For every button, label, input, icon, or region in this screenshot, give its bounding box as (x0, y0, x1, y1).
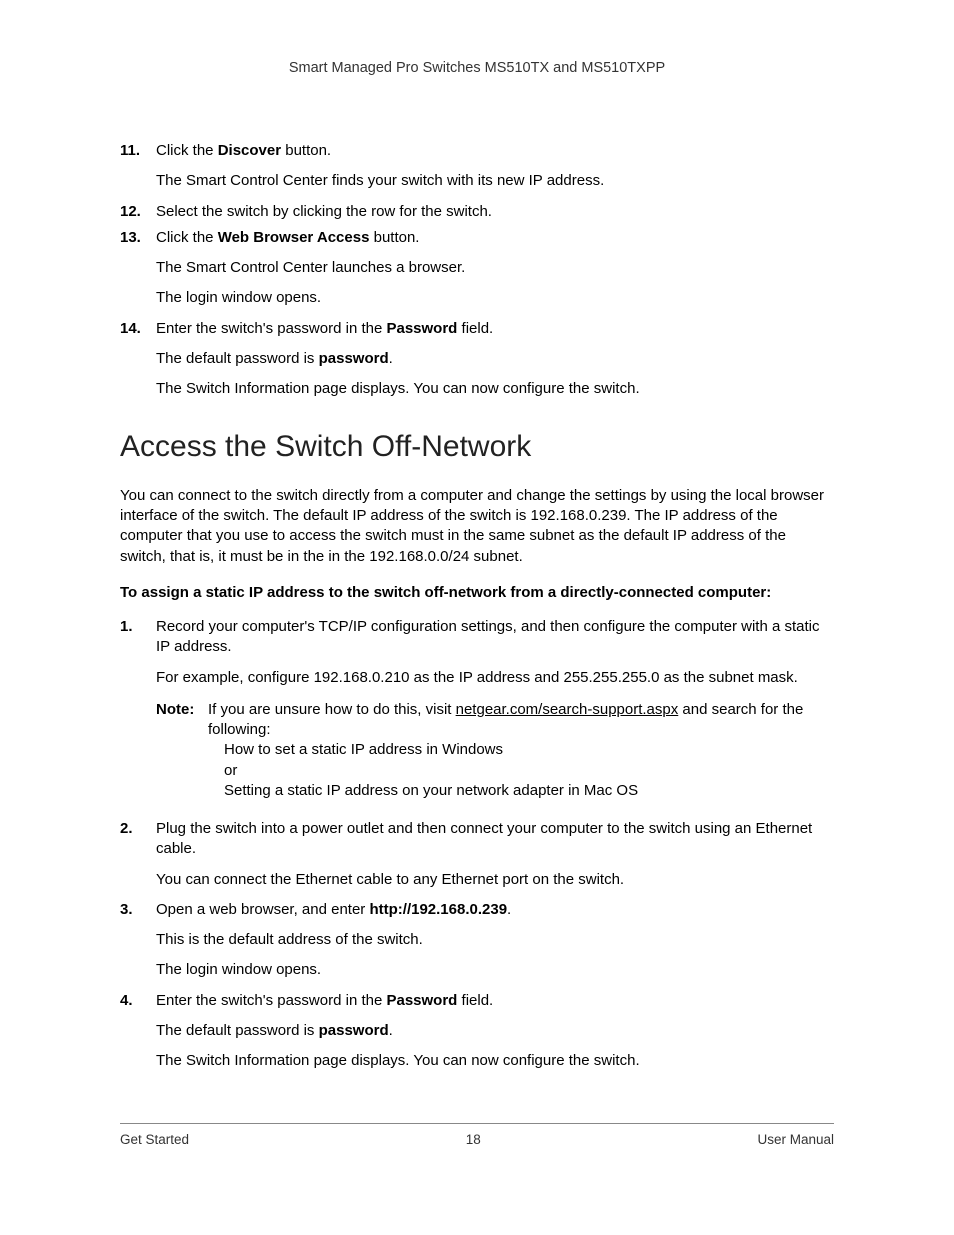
list-text: Select the switch by clicking the row fo… (156, 203, 492, 220)
list-item: 11. Click the Discover button. The Smart… (120, 141, 834, 192)
list-item: 14. Enter the switch's password in the P… (120, 319, 834, 400)
text: . (389, 1022, 393, 1039)
list-item: 2. Plug the switch into a power outlet a… (120, 819, 834, 890)
text: Click the (156, 142, 218, 159)
list-text: Click the Web Browser Access button. (156, 229, 419, 246)
sub-paragraph: The Switch Information page displays. Yo… (156, 1051, 834, 1071)
list-item: 1. Record your computer's TCP/IP configu… (120, 617, 834, 801)
page-footer: Get Started 18 User Manual (120, 1123, 834, 1147)
ordered-list-2: 1. Record your computer's TCP/IP configu… (120, 617, 834, 1071)
text: Open a web browser, and enter (156, 901, 369, 918)
list-item: 13. Click the Web Browser Access button.… (120, 228, 834, 309)
list-number: 2. (120, 819, 133, 839)
sub-paragraph: The default password is password. (156, 349, 834, 369)
note-label: Note: (156, 700, 208, 801)
text: The default password is (156, 1022, 319, 1039)
text: Click the (156, 229, 218, 246)
note-line: or (224, 761, 834, 781)
task-heading: To assign a static IP address to the swi… (120, 583, 834, 603)
list-text: Record your computer's TCP/IP configurat… (156, 618, 820, 655)
running-header: Smart Managed Pro Switches MS510TX and M… (120, 60, 834, 76)
text-bold: Discover (218, 142, 281, 159)
note-block: Note: If you are unsure how to do this, … (156, 700, 834, 801)
sub-paragraph: This is the default address of the switc… (156, 930, 834, 950)
list-item: 4. Enter the switch's password in the Pa… (120, 991, 834, 1072)
list-item: 12. Select the switch by clicking the ro… (120, 202, 834, 222)
text-bold: Web Browser Access (218, 229, 370, 246)
text-bold: http://192.168.0.239 (369, 901, 507, 918)
list-text: Enter the switch's password in the Passw… (156, 320, 493, 337)
list-number: 13. (120, 228, 141, 248)
sub-paragraph: The login window opens. (156, 960, 834, 980)
footer-rule (120, 1123, 834, 1124)
note-line: Setting a static IP address on your netw… (224, 781, 834, 801)
sub-paragraph: For example, configure 192.168.0.210 as … (156, 668, 834, 688)
footer-left: Get Started (120, 1132, 189, 1147)
text: button. (281, 142, 331, 159)
text: Enter the switch's password in the (156, 320, 386, 337)
note-line: How to set a static IP address in Window… (224, 740, 834, 760)
text: button. (369, 229, 419, 246)
list-number: 11. (120, 141, 140, 161)
list-number: 12. (120, 202, 141, 222)
list-number: 1. (120, 617, 133, 637)
sub-paragraph: The default password is password. (156, 1021, 834, 1041)
page-content: 11. Click the Discover button. The Smart… (120, 141, 834, 1071)
ordered-list-1: 11. Click the Discover button. The Smart… (120, 141, 834, 399)
sub-paragraph: The Switch Information page displays. Yo… (156, 379, 834, 399)
text: If you are unsure how to do this, visit (208, 701, 456, 718)
text-bold: Password (386, 992, 457, 1009)
intro-paragraph: You can connect to the switch directly f… (120, 486, 834, 567)
list-text: Click the Discover button. (156, 142, 331, 159)
list-text: Enter the switch's password in the Passw… (156, 992, 493, 1009)
text: Enter the switch's password in the (156, 992, 386, 1009)
list-number: 3. (120, 900, 133, 920)
support-link[interactable]: netgear.com/search-support.aspx (456, 701, 679, 718)
list-item: 3. Open a web browser, and enter http://… (120, 900, 834, 981)
list-text: Plug the switch into a power outlet and … (156, 820, 812, 857)
note-line: If you are unsure how to do this, visit … (208, 700, 834, 741)
text-bold: password (319, 350, 389, 367)
sub-paragraph: The login window opens. (156, 288, 834, 308)
footer-right: User Manual (757, 1132, 834, 1147)
list-text: Open a web browser, and enter http://192… (156, 901, 511, 918)
text-bold: Password (386, 320, 457, 337)
text: . (389, 350, 393, 367)
text: The default password is (156, 350, 319, 367)
page: Smart Managed Pro Switches MS510TX and M… (0, 0, 954, 1235)
sub-paragraph: You can connect the Ethernet cable to an… (156, 870, 834, 890)
text: . (507, 901, 511, 918)
note-body: If you are unsure how to do this, visit … (208, 700, 834, 801)
section-heading: Access the Switch Off-Network (120, 427, 834, 468)
footer-page-number: 18 (466, 1132, 481, 1147)
text-bold: password (319, 1022, 389, 1039)
sub-paragraph: The Smart Control Center finds your swit… (156, 171, 834, 191)
list-number: 4. (120, 991, 133, 1011)
text: field. (457, 320, 493, 337)
list-number: 14. (120, 319, 141, 339)
sub-paragraph: The Smart Control Center launches a brow… (156, 258, 834, 278)
text: field. (457, 992, 493, 1009)
